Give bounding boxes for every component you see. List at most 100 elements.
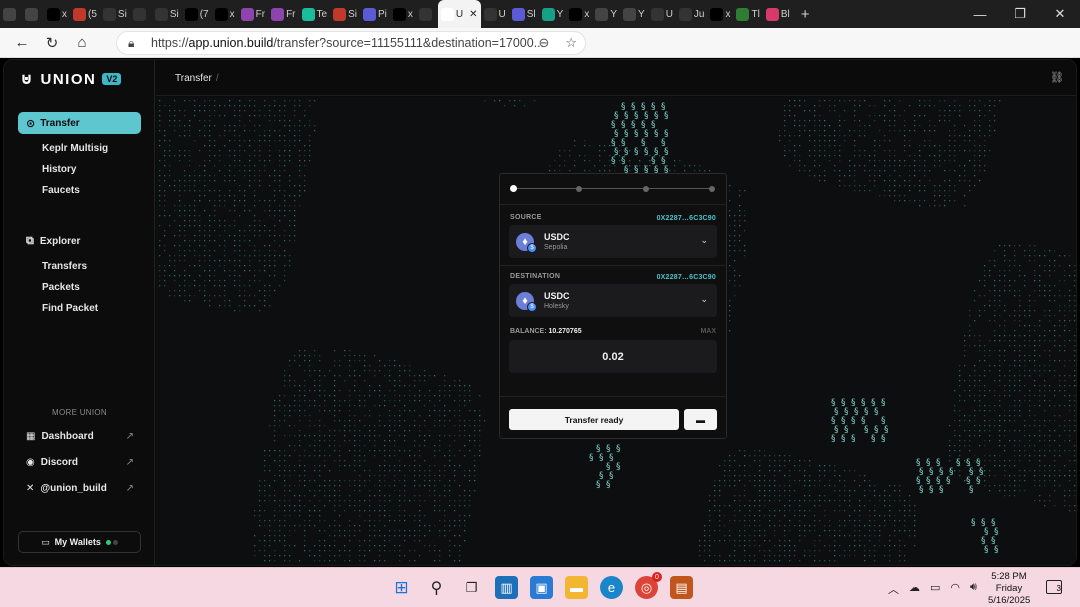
browser-tab[interactable]: U <box>648 0 676 28</box>
clock[interactable]: 5:28 PM Friday 5/16/2025 <box>988 571 1030 607</box>
app-icon[interactable]: ▤ <box>670 576 693 599</box>
browser-tab[interactable] <box>416 0 438 28</box>
sidebar-item-explorer[interactable]: ⧉ Explorer <box>26 235 80 248</box>
tab-label: (5 <box>88 8 97 20</box>
file-explorer-icon[interactable]: ▬ <box>565 576 588 599</box>
my-wallets-button[interactable]: ▭ My Wallets <box>18 531 141 553</box>
breadcrumb-item[interactable]: Transfer <box>175 73 212 84</box>
browser-tab[interactable]: Y <box>539 0 567 28</box>
wifi-icon[interactable]: ◠ <box>950 581 960 597</box>
task-view-icon[interactable]: ❐ <box>460 576 483 599</box>
browser-tab[interactable]: Pi <box>360 0 390 28</box>
chrome-icon[interactable]: ◎ 0 <box>635 572 662 599</box>
sidebar-link-label: Dashboard <box>41 431 94 442</box>
chrome-badge: 0 <box>652 572 662 582</box>
browser-tab[interactable] <box>0 0 22 28</box>
browser-tab[interactable]: Te <box>299 0 331 28</box>
step-dot-2 <box>576 186 582 192</box>
link-glyph-icon: § <box>599 453 604 463</box>
x-icon <box>214 7 228 21</box>
volume-icon[interactable]: 🔊︎ <box>970 581 977 597</box>
browser-tab[interactable]: Bl <box>763 0 793 28</box>
address-bar[interactable]: 🔒︎ https://app.union.build/transfer?sour… <box>116 31 586 55</box>
notification-icon[interactable]: 3 <box>1046 580 1062 594</box>
home-icon[interactable]: ⌂ <box>67 28 97 58</box>
new-tab-button[interactable]: + <box>793 0 815 28</box>
close-window-icon[interactable]: ✕ <box>1040 0 1080 28</box>
browser-tab[interactable]: x <box>390 0 416 28</box>
edge-icon[interactable]: e <box>600 576 623 599</box>
browser-tab[interactable]: Fr <box>268 0 298 28</box>
battery-icon[interactable]: ▭ <box>930 581 940 597</box>
browser-tab[interactable]: Si <box>152 0 182 28</box>
zoom-icon[interactable]: ⊖ <box>538 35 549 51</box>
wallet-button[interactable]: ▬ <box>684 409 717 430</box>
breadcrumb: Transfer / <box>175 73 219 84</box>
browser-tab[interactable]: x <box>566 0 592 28</box>
widgets-icon[interactable]: ▥ <box>495 576 518 599</box>
wallet-status-dot <box>105 539 111 545</box>
link-glyph-icon: § <box>881 434 886 444</box>
transfer-ready-button[interactable]: Transfer ready <box>509 409 679 430</box>
browser-tab[interactable]: Fr <box>238 0 268 28</box>
browser-tab[interactable]: Si <box>100 0 130 28</box>
browser-tab[interactable] <box>130 0 152 28</box>
sidebar-item-history[interactable]: History <box>42 164 76 175</box>
sidebar-item-keplr-multisig[interactable]: Keplr Multisig <box>42 143 108 154</box>
browser-tab[interactable]: x <box>707 0 733 28</box>
link-glyph-icon: § <box>939 485 944 495</box>
source-asset-select[interactable]: ♦ $ USDC Sepolia ⌄ <box>509 225 717 258</box>
browser-tab[interactable]: Ju <box>676 0 708 28</box>
site-icon <box>132 7 146 21</box>
search-icon[interactable]: ⚲ <box>425 576 448 599</box>
browser-tab-strip: x (5 Si Si (7 x Fr Fr Te Si Pi x U ✕ U Sl Yx Y Y U Ju x Tl Bl + … <box>0 0 1080 28</box>
sidebar-item-find-packet[interactable]: Find Packet <box>42 303 98 314</box>
link-icon[interactable]: ⛓ <box>1050 71 1064 84</box>
sidebar-item-transfer[interactable]: ⊙ Transfer <box>18 112 141 134</box>
browser-tab[interactable]: Y <box>620 0 648 28</box>
browser-tab[interactable] <box>22 0 44 28</box>
explorer-icon: ⧉ <box>26 235 34 247</box>
clock-date: 5/16/2025 <box>988 595 1031 606</box>
link-glyph-icon: § <box>831 434 836 444</box>
destination-address[interactable]: 0X2287…6C3C90 <box>657 274 716 281</box>
store-icon[interactable]: ▣ <box>530 576 553 599</box>
close-tab-icon[interactable]: ✕ <box>469 9 477 20</box>
chevron-up-icon[interactable]: ︿ <box>888 581 899 597</box>
windows-start-icon[interactable]: ⊞ <box>390 576 413 599</box>
browser-tab[interactable]: Sl <box>509 0 539 28</box>
amount-input[interactable]: 0.02 <box>509 340 717 373</box>
destination-token: USDC <box>544 291 570 301</box>
browser-tab[interactable]: x <box>44 0 70 28</box>
browser-tab[interactable]: x <box>212 0 238 28</box>
back-icon[interactable]: ← <box>7 28 37 58</box>
sidebar-link-discord[interactable]: ◉ Discord <box>26 457 78 468</box>
browser-tab[interactable]: (5 <box>70 0 100 28</box>
browser-tab[interactable]: U ✕ <box>437 0 481 28</box>
minimize-icon[interactable]: — <box>960 0 1000 28</box>
sidebar-link-x[interactable]: ✕ @union_build <box>26 483 107 494</box>
browser-tab[interactable]: U <box>481 0 509 28</box>
browser-tab[interactable]: (7 <box>182 0 212 28</box>
browser-tab[interactable]: Tl <box>733 0 762 28</box>
tab-label: Tl <box>751 8 760 20</box>
union-logo[interactable]: ⊍ UNION V2 <box>20 69 122 89</box>
sidebar-item-transfers[interactable]: Transfers <box>42 261 87 272</box>
link-glyph-icon: § <box>971 518 976 528</box>
sidebar-item-faucets[interactable]: Faucets <box>42 185 80 196</box>
favorite-star-icon[interactable]: ☆ <box>565 35 577 51</box>
sidebar-link-dashboard[interactable]: ▦ Dashboard <box>26 431 94 442</box>
site-icon <box>541 7 555 21</box>
refresh-icon[interactable]: ↻ <box>37 28 67 58</box>
source-address[interactable]: 0X2287…6C3C90 <box>657 215 716 222</box>
sidebar-item-packets[interactable]: Packets <box>42 282 80 293</box>
cloud-icon[interactable]: ☁ <box>909 581 920 597</box>
browser-tab[interactable]: Si <box>330 0 360 28</box>
max-button[interactable]: MAX <box>700 328 716 335</box>
maximize-icon[interactable]: ❐ <box>1000 0 1040 28</box>
lock-icon[interactable]: 🔒︎ <box>128 36 134 51</box>
browser-tab[interactable]: Y <box>592 0 620 28</box>
destination-asset-select[interactable]: ♦ $ USDC Holesky ⌄ <box>509 284 717 317</box>
site-icon <box>736 7 750 21</box>
dashboard-icon: ▦ <box>26 431 36 442</box>
